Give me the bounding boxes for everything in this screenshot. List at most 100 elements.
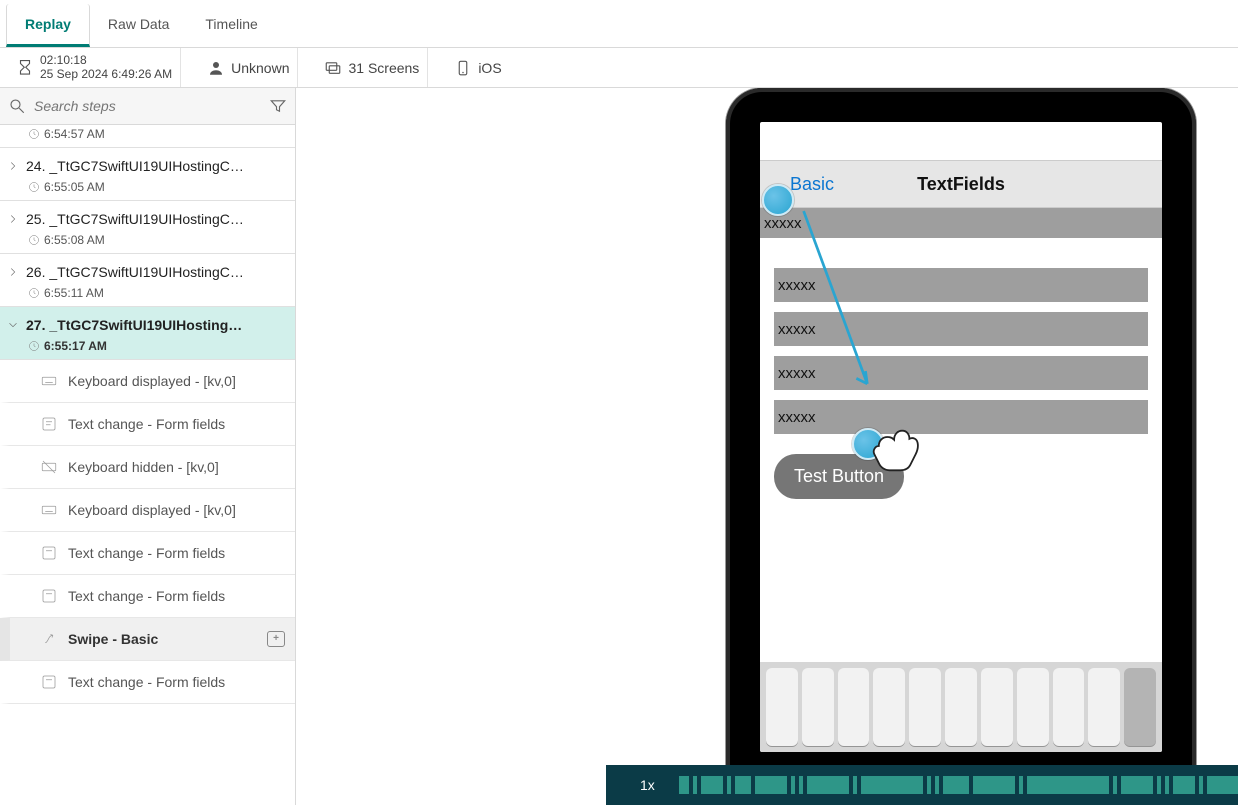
device-icon (454, 59, 472, 77)
key (766, 668, 798, 746)
step-group-23[interactable]: 6:54:57 AM (0, 127, 295, 148)
text-field-2[interactable]: xxxxx (774, 312, 1148, 346)
clock-icon (28, 181, 40, 193)
device-frame: TextFields Basic xxxxx xxxxx xxxxx xxxxx… (726, 88, 1196, 788)
substep-text-change[interactable]: Text change - Form fields (0, 661, 295, 704)
clock-icon (28, 340, 40, 352)
step-title: 26. _TtGC7SwiftUI19UIHostingCo... (26, 264, 246, 280)
step-title: 25. _TtGC7SwiftUI19UIHostingCo... (26, 211, 246, 227)
substep-label: Text change - Form fields (68, 674, 225, 690)
key-delete (1124, 668, 1156, 746)
step-title: 27. _TtGC7SwiftUI19UIHostingCo... (26, 317, 246, 333)
person-icon (207, 59, 225, 77)
substep-text-change[interactable]: Text change - Form fields (0, 403, 295, 446)
info-datetime: 25 Sep 2024 6:49:26 AM (40, 68, 172, 82)
screens-icon (324, 59, 342, 77)
step-time: 6:55:17 AM (44, 339, 107, 353)
chevron-right-icon (6, 212, 20, 226)
search-icon (8, 97, 26, 115)
text-field-1[interactable]: xxxxx (774, 268, 1148, 302)
key (1053, 668, 1085, 746)
step-group-26[interactable]: 26. _TtGC7SwiftUI19UIHostingCo... 6:55:1… (0, 254, 295, 307)
tab-replay[interactable]: Replay (6, 4, 90, 47)
step-time: 6:55:11 AM (44, 286, 104, 300)
tab-rawdata[interactable]: Raw Data (90, 4, 187, 47)
status-bar (760, 122, 1162, 160)
keyboard-icon (40, 372, 58, 390)
hourglass-icon (16, 59, 34, 77)
touch-start-indicator (762, 184, 794, 216)
chevron-right-icon (6, 159, 20, 173)
substep-keyboard-displayed[interactable]: Keyboard displayed - [kv,0] (0, 360, 295, 403)
device-screen: TextFields Basic xxxxx xxxxx xxxxx xxxxx… (760, 122, 1162, 752)
text-icon (40, 673, 58, 691)
info-screens: 31 Screens (348, 60, 419, 76)
step-group-24[interactable]: 24. _TtGC7SwiftUI19UIHostingCo... 6:55:0… (0, 148, 295, 201)
info-bar: 02:10:18 25 Sep 2024 6:49:26 AM Unknown … (0, 48, 1238, 88)
key (1088, 668, 1120, 746)
keyboard-icon (40, 501, 58, 519)
step-group-25[interactable]: 25. _TtGC7SwiftUI19UIHostingCo... 6:55:0… (0, 201, 295, 254)
timeline-scrubber[interactable] (679, 776, 1238, 794)
substep-label: Keyboard displayed - [kv,0] (68, 502, 236, 518)
text-icon (40, 544, 58, 562)
substep-text-change[interactable]: Text change - Form fields (0, 575, 295, 618)
screen-title: TextFields (760, 174, 1162, 195)
key (945, 668, 977, 746)
text-icon (40, 415, 58, 433)
step-title: 24. _TtGC7SwiftUI19UIHostingCo... (26, 158, 246, 174)
preview-area: TextFields Basic xxxxx xxxxx xxxxx xxxxx… (296, 88, 1238, 805)
info-platform: iOS (478, 60, 501, 76)
substep-swipe[interactable]: Swipe - Basic (0, 618, 295, 661)
substep-keyboard-hidden[interactable]: Keyboard hidden - [kv,0] (0, 446, 295, 489)
text-field-4[interactable]: xxxxx (774, 400, 1148, 434)
chevron-down-icon (6, 318, 20, 332)
top-tabs: Replay Raw Data Timeline (0, 0, 1238, 48)
substep-label: Swipe - Basic (68, 631, 158, 647)
key (981, 668, 1013, 746)
keyboard-off-icon (40, 458, 58, 476)
info-platform-group: iOS (446, 48, 509, 87)
tab-timeline[interactable]: Timeline (187, 4, 275, 47)
screen-nav-bar: TextFields Basic (760, 160, 1162, 208)
chevron-right-icon (6, 265, 20, 279)
key (909, 668, 941, 746)
steps-panel: 6:54:57 AM 24. _TtGC7SwiftUI19UIHostingC… (0, 88, 296, 805)
substep-label: Text change - Form fields (68, 416, 225, 432)
form-section: xxxxx xxxxx xxxxx xxxxx Test Button (760, 238, 1162, 515)
substep-label: Text change - Form fields (68, 545, 225, 561)
step-time: 6:55:05 AM (44, 180, 105, 194)
key (838, 668, 870, 746)
swipe-icon (40, 630, 58, 648)
text-icon (40, 587, 58, 605)
key (873, 668, 905, 746)
search-row (0, 88, 295, 125)
substep-label: Keyboard hidden - [kv,0] (68, 459, 219, 475)
playback-speed[interactable]: 1x (640, 777, 655, 793)
step-group-27[interactable]: 27. _TtGC7SwiftUI19UIHostingCo... 6:55:1… (0, 307, 295, 360)
add-badge-icon[interactable] (267, 631, 285, 647)
hand-pointer-icon (868, 418, 940, 474)
info-duration: 02:10:18 (40, 54, 172, 68)
info-user: Unknown (231, 60, 289, 76)
info-user-group: Unknown (199, 48, 298, 87)
substep-keyboard-displayed[interactable]: Keyboard displayed - [kv,0] (0, 489, 295, 532)
text-field-3[interactable]: xxxxx (774, 356, 1148, 390)
filter-icon[interactable] (269, 97, 287, 115)
substep-text-change[interactable]: Text change - Form fields (0, 532, 295, 575)
key (802, 668, 834, 746)
virtual-keyboard (760, 662, 1162, 752)
player-bar: 1x (606, 765, 1238, 805)
clock-icon (28, 234, 40, 246)
info-duration-block: 02:10:18 25 Sep 2024 6:49:26 AM (40, 54, 172, 82)
substep-label: Keyboard displayed - [kv,0] (68, 373, 236, 389)
step-time: 6:55:08 AM (44, 233, 105, 247)
top-text-field[interactable]: xxxxx (760, 208, 1162, 238)
search-input[interactable] (32, 92, 263, 120)
steps-list[interactable]: 6:54:57 AM 24. _TtGC7SwiftUI19UIHostingC… (0, 125, 295, 805)
info-screens-group: 31 Screens (316, 48, 428, 87)
key (1017, 668, 1049, 746)
info-duration-group: 02:10:18 25 Sep 2024 6:49:26 AM (8, 48, 181, 87)
step-time: 6:54:57 AM (44, 127, 105, 141)
substep-label: Text change - Form fields (68, 588, 225, 604)
